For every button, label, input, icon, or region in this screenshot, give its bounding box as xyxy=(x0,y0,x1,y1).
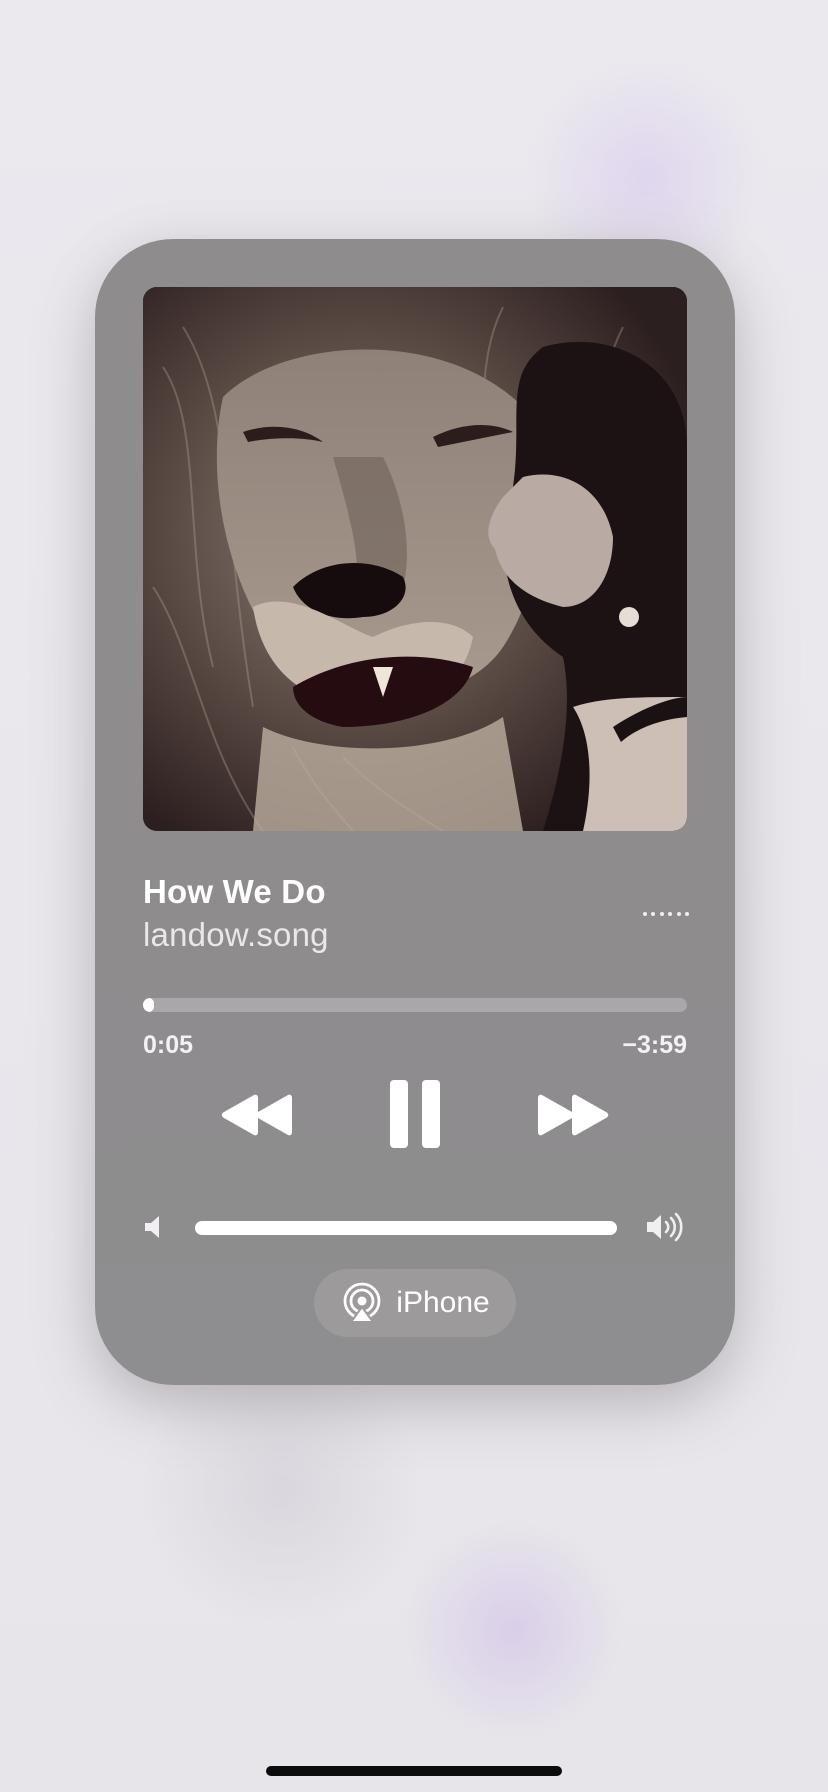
dot xyxy=(643,912,647,916)
playback-scrubber[interactable] xyxy=(143,998,687,1012)
song-title: How We Do xyxy=(143,873,326,910)
airplay-audio-icon xyxy=(343,1282,381,1323)
speaker-high-icon xyxy=(645,1211,687,1248)
song-artist[interactable]: landow.song xyxy=(143,916,329,954)
pause-button[interactable] xyxy=(388,1079,442,1149)
dot xyxy=(659,912,664,916)
album-artwork-image xyxy=(143,287,687,831)
volume-control xyxy=(143,1207,687,1247)
home-indicator[interactable] xyxy=(266,1766,562,1776)
volume-slider[interactable] xyxy=(195,1221,617,1235)
fast-forward-button[interactable] xyxy=(538,1091,612,1139)
dot xyxy=(651,912,656,916)
more-dots-icon[interactable] xyxy=(643,907,689,921)
audio-output-button[interactable]: iPhone xyxy=(314,1269,516,1337)
dot xyxy=(676,912,681,916)
audio-output-label: iPhone xyxy=(396,1286,490,1319)
dot xyxy=(668,912,673,916)
fast-forward-icon xyxy=(538,1094,609,1136)
now-playing-card: How We Do landow.song 0:05 −3:59 iPhone xyxy=(95,239,735,1385)
playback-controls xyxy=(95,1079,735,1169)
remaining-time: −3:59 xyxy=(622,1031,687,1059)
speaker-low-icon xyxy=(143,1213,165,1246)
album-artwork xyxy=(143,287,687,831)
elapsed-time: 0:05 xyxy=(143,1031,194,1059)
lock-screen-background: How We Do landow.song 0:05 −3:59 iPhone xyxy=(0,0,828,1792)
rewind-icon xyxy=(221,1094,292,1136)
rewind-button[interactable] xyxy=(218,1091,292,1139)
dot xyxy=(684,912,689,916)
playback-progress-fill xyxy=(143,998,154,1012)
pause-icon xyxy=(390,1080,440,1148)
